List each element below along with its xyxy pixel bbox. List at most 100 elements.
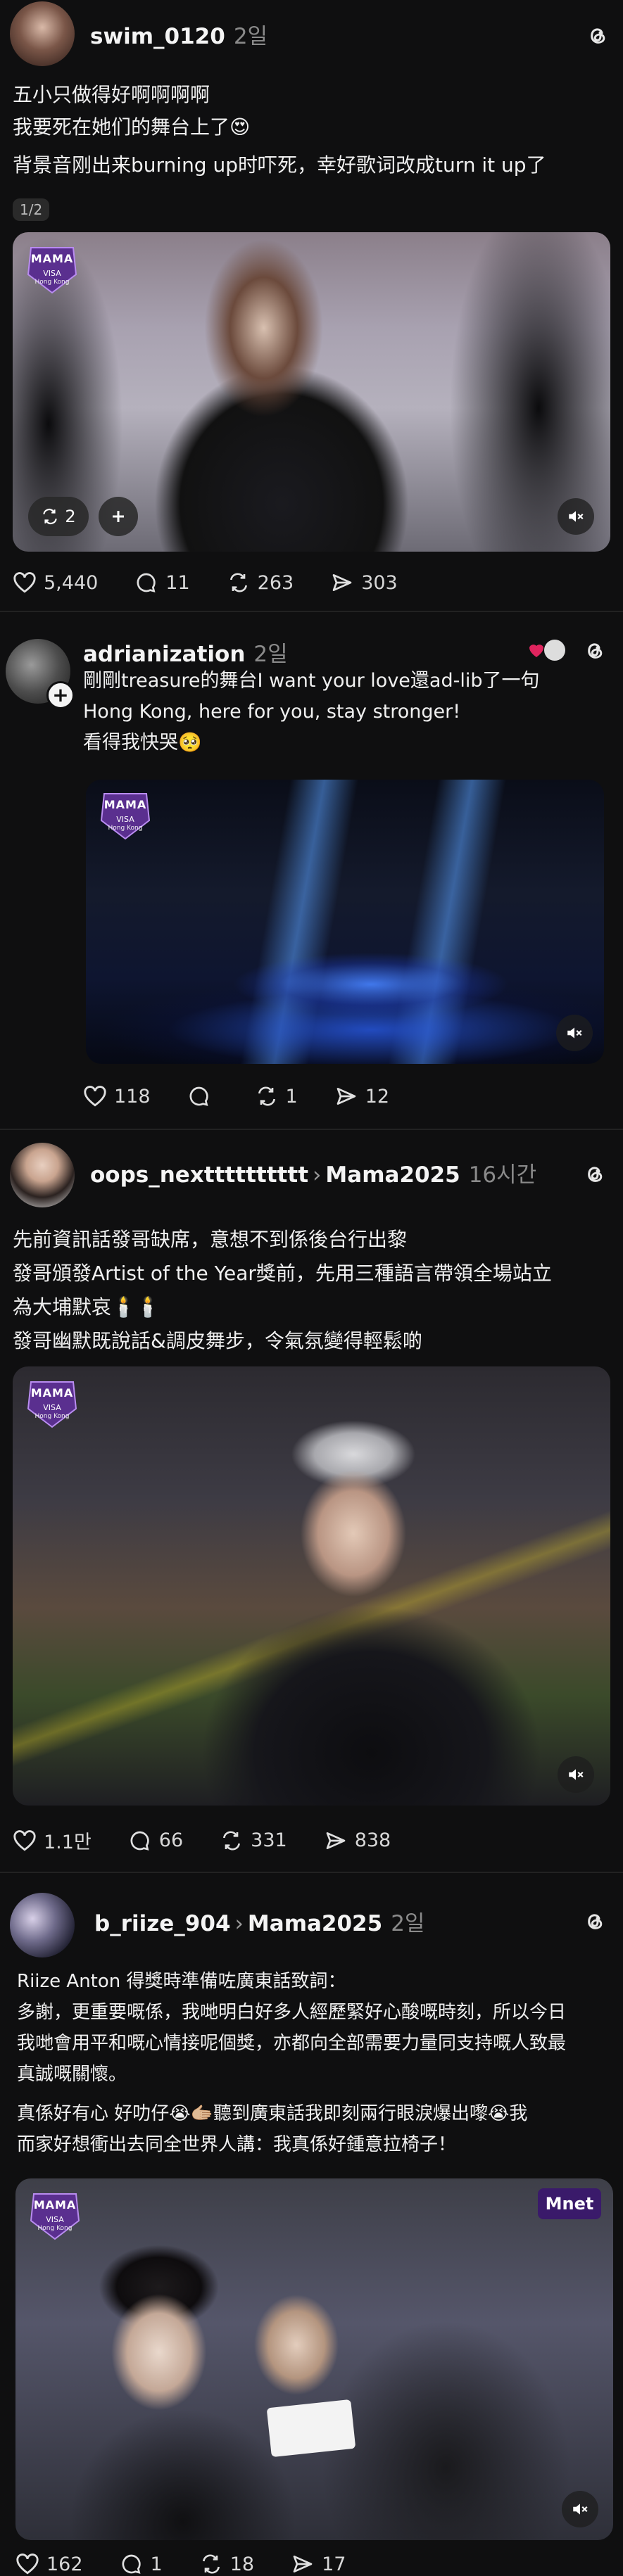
text-line: 為大埔默哀🕯️🕯️ — [13, 1295, 161, 1319]
post-actions: 5,440 11 263 303 — [13, 571, 434, 594]
username[interactable]: oops_nextttttttttt › Mama2025 16시간 — [90, 1157, 536, 1188]
like-button[interactable]: 118 — [83, 1085, 151, 1108]
repost-count: 18 — [229, 2553, 255, 2575]
like-count: 118 — [114, 1085, 151, 1108]
comment-icon — [189, 1086, 208, 1106]
share-button[interactable]: 12 — [334, 1085, 389, 1108]
support-text: Hong Kong — [37, 2225, 73, 2232]
like-count: 5,440 — [44, 571, 99, 594]
send-icon — [332, 574, 352, 591]
comment-count: 11 — [165, 571, 190, 594]
username[interactable]: b_riize_904 › Mama2025 2일 — [94, 1905, 424, 1937]
plus-icon — [113, 511, 124, 522]
post-time: 16시간 — [468, 1162, 537, 1188]
text-line: 背景音刚出来burning up时吓死，幸好歌词改成turn it up了 — [13, 153, 546, 177]
post-time: 2일 — [391, 1911, 425, 1936]
post-video[interactable]: MAMA VISA Hong Kong — [13, 1366, 610, 1806]
post-text: 五小只做得好啊啊啊啊 我要死在她们的舞台上了😍 背景音刚出来burning up… — [13, 79, 611, 182]
share-count: 303 — [361, 571, 398, 594]
visa-text: VISA — [43, 1403, 61, 1412]
mama-logo: MAMA VISA Hong Kong — [25, 1378, 79, 1431]
add-button[interactable] — [99, 497, 138, 536]
page-indicator: 1/2 — [13, 198, 50, 221]
repost-button[interactable]: 331 — [220, 1829, 287, 1852]
comment-button[interactable] — [187, 1085, 218, 1108]
post-video[interactable]: MAMA VISA Hong Kong Mnet — [15, 2178, 613, 2540]
threads-icon[interactable] — [581, 1161, 607, 1186]
heart-icon — [13, 1829, 36, 1851]
comment-button[interactable]: 1 — [120, 2553, 163, 2575]
heart-icon — [13, 572, 36, 593]
mute-button[interactable] — [556, 1015, 593, 1051]
post-4: b_riize_904 › Mama2025 2일 Riize Anton 得獎時準備… — [0, 1877, 623, 2576]
visa-text: VISA — [46, 2215, 64, 2224]
repost-button[interactable]: 18 — [199, 2553, 254, 2575]
repost-count-chip[interactable]: 2 — [28, 497, 89, 536]
share-button[interactable]: 838 — [324, 1829, 391, 1852]
text-line: 發哥幽默既說話&調皮舞步，令氣氛變得輕鬆啲 — [13, 1329, 422, 1352]
like-button[interactable]: 1.1만 — [13, 1827, 92, 1854]
threads-icon[interactable] — [584, 23, 610, 48]
comment-icon — [130, 1831, 149, 1851]
repost-icon — [229, 573, 247, 592]
share-button[interactable]: 17 — [291, 2553, 346, 2575]
comment-icon — [122, 2554, 141, 2574]
mama-logo-text: MAMA — [30, 252, 74, 265]
mama-logo: MAMA VISA Hong Kong — [25, 243, 79, 297]
avatar[interactable] — [10, 1143, 75, 1207]
mute-button[interactable] — [558, 498, 594, 535]
text-line: 多謝，更重要嘅係，我哋明白好多人經歷緊好心酸嘅時刻，所以今日 — [17, 2002, 567, 2023]
post-text: Riize Anton 得獎時準備咗廣東話致詞： 多謝，更重要嘅係，我哋明白好多… — [17, 1966, 617, 2160]
repost-count: 331 — [251, 1829, 287, 1851]
comment-button[interactable]: 11 — [134, 571, 190, 594]
post-actions: 162 1 18 17 — [15, 2553, 382, 2575]
comment-button[interactable]: 66 — [128, 1829, 183, 1852]
chevron-right-icon: › — [313, 1162, 322, 1188]
text-line: 看得我快哭🥺 — [83, 732, 202, 754]
avatar[interactable] — [10, 1893, 75, 1958]
post-1: swim_0120 2일 五小只做得好啊啊啊啊 我要死在她们的舞台上了😍 背景音刚… — [0, 0, 623, 605]
repost-icon — [43, 509, 58, 524]
mute-icon — [569, 511, 584, 522]
post-actions: 1.1만 66 331 838 — [13, 1827, 427, 1854]
text-line: 剛剛treasure的舞台I want your love還ad-lib了一句 — [83, 670, 540, 692]
mute-button[interactable] — [558, 1756, 594, 1793]
mama-logo-text: MAMA — [103, 798, 147, 811]
threads-icon[interactable] — [581, 1908, 607, 1934]
threads-icon[interactable] — [581, 637, 607, 663]
topic-tag[interactable]: Mama2025 — [325, 1162, 460, 1188]
avatar[interactable] — [10, 1, 75, 66]
post-video[interactable]: MAMA VISA Hong Kong — [86, 780, 604, 1064]
text-line: 真誠嘅關懷。 — [17, 2064, 127, 2085]
repost-button[interactable]: 1 — [255, 1085, 298, 1108]
comment-count: 66 — [158, 1829, 184, 1851]
like-button[interactable]: 162 — [15, 2553, 83, 2575]
heart-icon — [84, 1086, 106, 1107]
follow-plus-badge[interactable]: + — [46, 681, 75, 709]
post-text: 剛剛treasure的舞台I want your love還ad-lib了一句 … — [83, 666, 618, 759]
post-actions: 118 1 12 — [83, 1085, 426, 1108]
visa-text: VISA — [43, 269, 61, 278]
post-3: oops_nextttttttttt › Mama2025 16시간 先前資訊話發哥缺… — [0, 1133, 623, 1865]
mute-button[interactable] — [562, 2491, 598, 2527]
post-divider — [0, 1129, 623, 1130]
award-card — [266, 2399, 356, 2458]
share-button[interactable]: 303 — [330, 571, 398, 594]
like-button[interactable]: 5,440 — [13, 571, 98, 594]
send-icon — [336, 1088, 356, 1105]
text-line: 五小只做得好啊啊啊啊 — [13, 83, 210, 106]
text-line: Hong Kong, here for you, stay stronger! — [83, 701, 461, 723]
mute-icon — [569, 1769, 584, 1780]
topic-tag[interactable]: Mama2025 — [248, 1911, 382, 1936]
support-text: Hong Kong — [34, 279, 70, 286]
heart-icon — [16, 2553, 39, 2575]
repost-count: 1 — [285, 1085, 298, 1108]
post-time: 2일 — [253, 642, 288, 667]
username[interactable]: adrianization 2일 — [83, 636, 288, 668]
username[interactable]: swim_0120 2일 — [90, 18, 268, 50]
share-count: 12 — [365, 1085, 390, 1108]
liked-avatars-icon — [529, 640, 565, 661]
post-video[interactable]: MAMA VISA Hong Kong 2 — [13, 232, 610, 552]
support-text: Hong Kong — [34, 1413, 70, 1420]
repost-button[interactable]: 263 — [227, 571, 294, 594]
